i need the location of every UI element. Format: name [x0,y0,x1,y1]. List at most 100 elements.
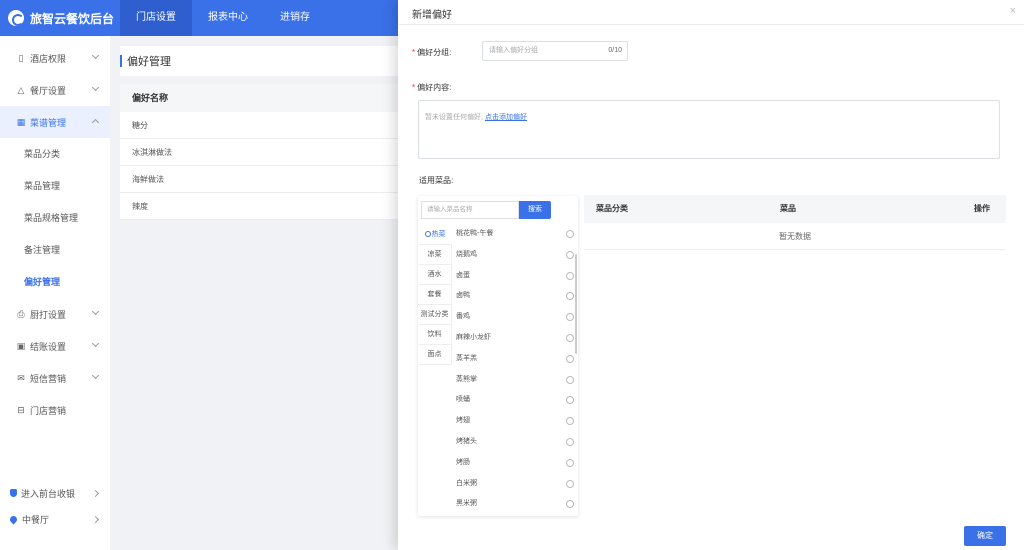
category-item[interactable]: 测试分类 [418,305,452,325]
column-header-dish: 菜品 [780,204,796,213]
sidebar-item-label: 短信营销 [30,373,67,384]
radio-button[interactable] [566,458,574,467]
radio-button[interactable] [566,500,574,509]
add-preference-drawer: 新增偏好 × * 偏好分组: 请输入偏好分组 0/10 * 偏好内容: 暂未设置任何… [398,0,1024,550]
table-header: 偏好名称 [120,84,420,112]
list-item[interactable]: 烤翅 [456,411,574,432]
sidebar-sub-dish-management[interactable]: 菜品管理 [0,170,110,202]
current-restaurant[interactable]: 中餐厅 [0,506,110,532]
sidebar-item-label: 酒店权限 [30,53,67,64]
preference-content-box: 暂未设置任何偏好, 点击添加偏好 [418,100,1000,159]
empty-hint: 暂未设置任何偏好, [425,114,483,121]
shield-icon [10,489,17,497]
list-item[interactable]: 烧鹅鸡 [456,245,574,266]
sidebar-item-label: 厨打设置 [30,309,67,320]
mail-icon: ✉ [17,373,25,383]
sidebar-item-label: 门店营销 [30,405,67,416]
chevron-down-icon [91,339,100,348]
top-nav-reports[interactable]: 报表中心 [192,0,264,36]
radio-button[interactable] [566,354,574,363]
column-header-category: 菜品分类 [596,204,628,213]
radio-button[interactable] [566,230,574,238]
table-row[interactable]: 辣度 [120,193,420,220]
list-item[interactable]: 喷蛹 [456,390,574,411]
app-logo[interactable]: 旅智云餐饮后台 [0,0,120,36]
list-item[interactable]: 黑米粥 [456,494,574,515]
top-nav-store-settings[interactable]: 门店设置 [120,0,192,36]
scrollbar[interactable] [575,254,577,354]
radio-button[interactable] [566,479,574,488]
dish-search-input[interactable]: 请输入菜品名称 [421,201,519,219]
sidebar-sub-dish-spec[interactable]: 菜品规格管理 [0,202,110,234]
sidebar-item-store-marketing[interactable]: ⊟ 门店营销 [0,394,110,426]
radio-button[interactable] [566,333,574,342]
sidebar-item-label: 进入前台收银 [21,488,76,499]
radio-button[interactable] [566,313,574,322]
chevron-right-icon [91,489,100,498]
sidebar-sub-remarks[interactable]: 备注管理 [0,234,110,266]
preference-group-input[interactable]: 请输入偏好分组 0/10 [482,41,628,61]
radio-button[interactable] [566,375,574,384]
enter-front-cashier[interactable]: 进入前台收银 [0,480,110,506]
radio-button[interactable] [566,250,574,259]
radio-button[interactable] [566,271,574,280]
sidebar-item-menu-management[interactable]: ▦ 菜谱管理 [0,106,110,138]
category-list: 热菜 凉菜 酒水 套餐 测试分类 饮料 面点 [418,225,452,365]
category-item[interactable]: 套餐 [418,285,452,305]
category-item[interactable]: 饮料 [418,325,452,345]
category-item[interactable]: 酒水 [418,265,452,285]
list-item[interactable]: 桃花鸭-午餐 [456,224,574,245]
bill-icon: ▣ [16,341,26,351]
selected-dishes-table: 菜品分类 菜品 操作 暂无数据 [584,195,1006,250]
table-row[interactable]: 糖分 [120,112,420,139]
sidebar-item-label: 餐厅设置 [30,85,67,96]
category-item[interactable]: 凉菜 [418,245,452,265]
group-label: * 偏好分组: [412,48,452,57]
radio-button[interactable] [566,396,574,405]
search-button[interactable]: 搜索 [519,201,551,219]
grid-icon: ▦ [16,117,26,127]
top-nav-inventory[interactable]: 进销存 [264,0,326,36]
divider [398,24,1024,25]
list-item[interactable]: 白米粥 [456,474,574,495]
confirm-button[interactable]: 确定 [964,526,1006,546]
radio-button[interactable] [566,417,574,426]
list-item[interactable]: 番鸡 [456,307,574,328]
title-accent [120,55,122,67]
list-item[interactable]: 蒸熊掌 [456,370,574,391]
logo-icon [8,10,24,26]
top-nav: 门店设置 报表中心 进销存 [120,0,326,36]
close-icon[interactable]: × [1010,5,1016,17]
column-header-action: 操作 [974,204,990,213]
list-item[interactable]: 烤肠 [456,453,574,474]
printer-icon: ⎙ [17,309,25,319]
gift-icon: ⊟ [17,405,25,415]
list-item[interactable]: 卤蛋 [456,266,574,287]
bell-icon: △ [17,85,25,95]
list-item[interactable]: 麻辣小龙虾 [456,328,574,349]
sidebar-item-hotel-permissions[interactable]: ▯ 酒店权限 [0,42,110,74]
chevron-down-icon [91,371,100,380]
table-row[interactable]: 海鲜做法 [120,166,420,193]
list-item[interactable]: 蒸羊羔 [456,349,574,370]
category-item[interactable]: 面点 [418,345,452,365]
empty-state: 暂无数据 [584,223,1006,250]
sidebar-item-sms-marketing[interactable]: ✉ 短信营销 [0,362,110,394]
sidebar-sub-dish-category[interactable]: 菜品分类 [0,138,110,170]
list-item[interactable]: 烤猪头 [456,432,574,453]
sidebar-item-checkout-settings[interactable]: ▣ 结账设置 [0,330,110,362]
radio-button[interactable] [566,437,574,446]
list-item[interactable]: 卤鸭 [456,286,574,307]
building-icon: ▯ [18,53,24,63]
radio-button[interactable] [566,292,574,301]
chevron-down-icon [91,83,100,92]
add-preference-link[interactable]: 点击添加偏好 [485,114,527,121]
dishes-label: 适用菜品: [419,176,454,185]
table-row[interactable]: 冰淇淋做法 [120,139,420,166]
category-item[interactable]: 热菜 [418,225,452,245]
table-header: 菜品分类 菜品 操作 [584,195,1006,223]
sidebar-item-kitchen-print[interactable]: ⎙ 厨打设置 [0,298,110,330]
sidebar-sub-preferences[interactable]: 偏好管理 [0,266,110,298]
sidebar-item-restaurant-settings[interactable]: △ 餐厅设置 [0,74,110,106]
app-name: 旅智云餐饮后台 [30,11,115,26]
